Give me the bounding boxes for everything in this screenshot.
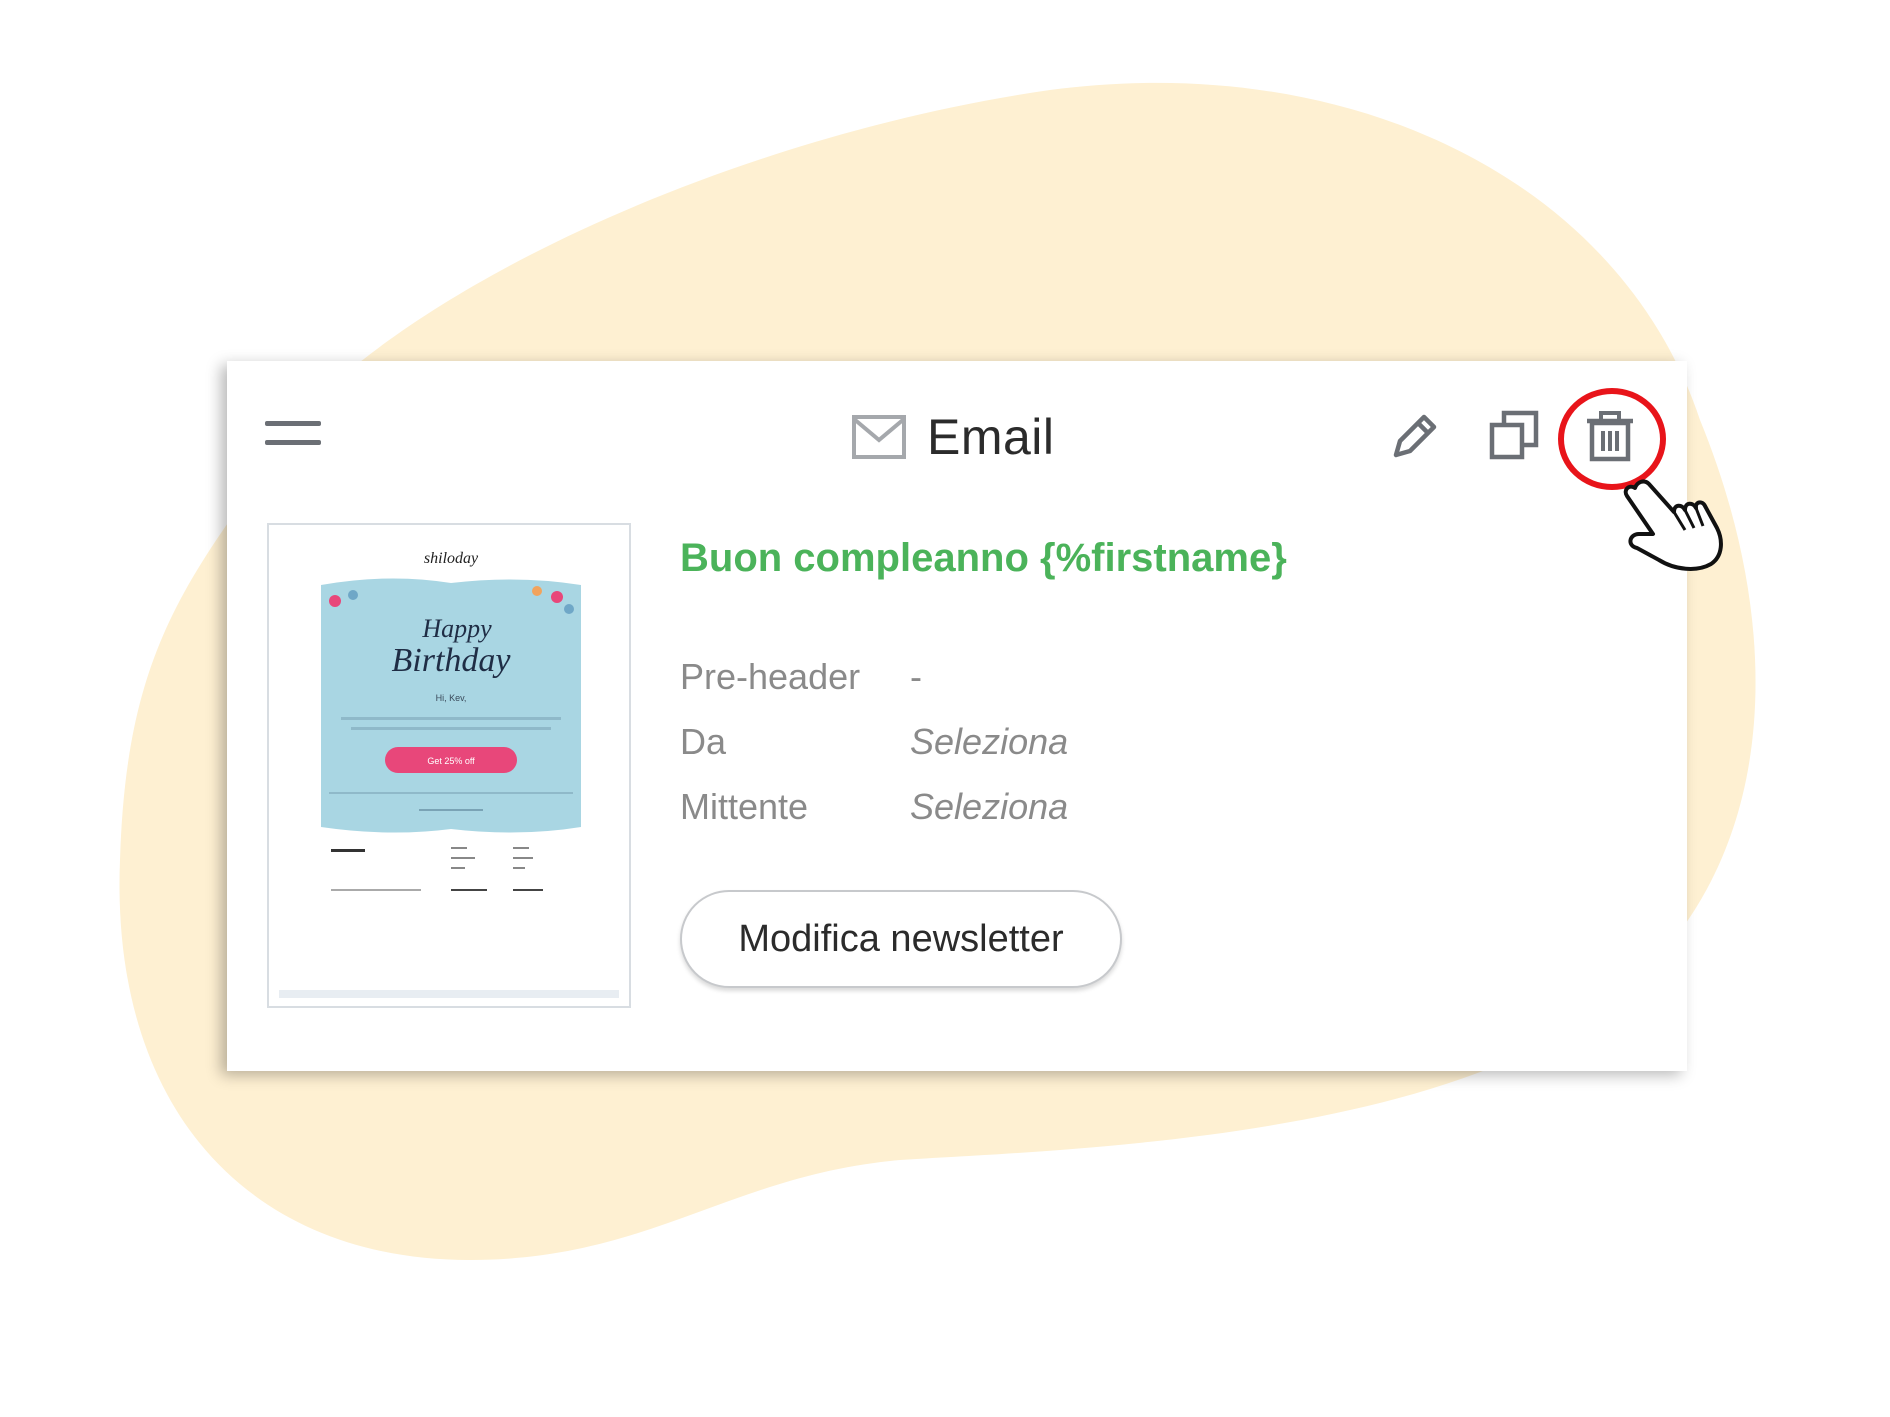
sender-name-select[interactable]: Seleziona <box>910 786 1068 828</box>
sender-email-row: Da Seleziona <box>680 721 1068 763</box>
preview-headline-1: Happy <box>421 614 492 643</box>
duplicate-button[interactable] <box>1482 403 1548 469</box>
preheader-row: Pre-header - <box>680 656 922 698</box>
sender-email-label: Da <box>680 721 727 762</box>
newsletter-preview[interactable]: shiloday Happy Birthday Hi, Kev, Get 25%… <box>267 523 631 1008</box>
card-header: Email <box>851 405 1055 469</box>
preview-greeting: Hi, Kev, <box>436 693 467 703</box>
email-subject: Buon compleanno {%firstname} <box>680 536 1287 580</box>
preheader-value: - <box>910 656 923 697</box>
preview-scrollbar[interactable] <box>279 990 619 998</box>
preview-headline-2: Birthday <box>392 642 512 679</box>
email-card: Email shiloday Happy Birthday Hi, Kev, G… <box>227 361 1723 1071</box>
sender-email-select[interactable]: Seleziona <box>910 721 1068 763</box>
copy-icon <box>1489 410 1539 460</box>
preheader-label: Pre-header <box>680 656 861 697</box>
edit-button[interactable] <box>1382 403 1448 469</box>
delete-highlight-ring <box>1558 388 1666 490</box>
sender-name-label: Mittente <box>680 786 809 827</box>
sender-name-row: Mittente Seleziona <box>680 786 1068 828</box>
newsletter-preview-image: shiloday Happy Birthday Hi, Kev, Get 25%… <box>321 550 581 891</box>
hand-pointer-icon <box>1623 479 1723 571</box>
pencil-icon <box>1393 414 1437 458</box>
envelope-icon <box>852 415 906 459</box>
edit-newsletter-button[interactable]: Modifica newsletter <box>680 890 1122 988</box>
preview-brand: shiloday <box>424 550 479 567</box>
drag-handle-icon[interactable] <box>265 421 321 451</box>
card-title: Email <box>927 409 1055 465</box>
preview-cta: Get 25% off <box>427 756 475 766</box>
